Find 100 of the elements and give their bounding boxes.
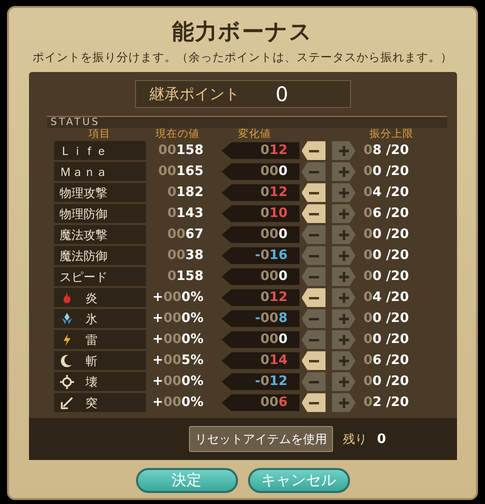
stat-label: 魔法防御 [54, 246, 146, 266]
minus-button[interactable] [302, 393, 326, 412]
plus-button[interactable] [332, 372, 356, 392]
current-value: +005% [151, 352, 204, 370]
plus-icon [338, 270, 350, 283]
current-value: +000% [151, 289, 204, 307]
limit-value: 08 /20 [362, 142, 410, 160]
inherit-points-value: 0 [276, 81, 288, 108]
change-value: -016 [222, 247, 300, 264]
stat-label: スピード [54, 267, 146, 286]
stat-label: 物理攻撃 [54, 183, 146, 202]
reset-item-button[interactable]: リセットアイテムを使用 [188, 426, 333, 452]
limit-value: 04 /20 [362, 289, 410, 307]
change-value: 012 [222, 289, 300, 306]
minus-button[interactable] [302, 288, 326, 308]
change-value: 000 [222, 163, 300, 180]
plus-icon [338, 228, 350, 241]
current-value: 0038 [166, 247, 204, 265]
change-value: 000 [222, 331, 300, 348]
minus-button[interactable] [302, 141, 326, 160]
plus-button[interactable] [332, 162, 356, 182]
current-value: +000% [151, 310, 204, 328]
change-value: 006 [222, 394, 300, 412]
limit-value: 00 /20 [362, 268, 410, 286]
limit-value: 00 /20 [362, 163, 410, 181]
plus-button[interactable] [332, 246, 356, 266]
limit-value: 06 /20 [362, 205, 410, 223]
plus-button[interactable] [332, 393, 356, 412]
plus-button[interactable] [332, 267, 356, 286]
stat-label: Ｌｉｆｅ [54, 141, 146, 160]
remaining-label: 残り [342, 431, 367, 448]
stat-label: 魔法攻撃 [54, 225, 146, 244]
current-value: 00158 [157, 142, 204, 160]
plus-icon [338, 292, 350, 304]
confirm-button[interactable]: 決定 [136, 468, 238, 494]
crosshair-icon [60, 374, 74, 389]
column-header: 項目 [88, 128, 112, 140]
plus-icon [338, 166, 350, 178]
plus-button[interactable] [332, 141, 356, 160]
change-value: 000 [222, 226, 300, 244]
plus-button[interactable] [332, 204, 356, 224]
limit-value: 00 /20 [362, 247, 410, 265]
window-title: 能力ボーナス [172, 22, 313, 44]
cancel-button[interactable]: キャンセル [248, 468, 350, 494]
stat-label: 斬 [86, 352, 98, 370]
change-value: -008 [222, 310, 300, 328]
plus-icon [338, 334, 350, 346]
stat-label: 物理防御 [54, 204, 146, 224]
limit-value: 06 /20 [362, 352, 410, 370]
plus-icon [338, 354, 350, 367]
stat-label: 炎 [86, 290, 98, 307]
stat-label: Ｍａｎａ [54, 162, 146, 182]
current-value: 0182 [166, 184, 204, 202]
remaining-value: 0 [376, 430, 386, 448]
current-value: 00165 [157, 163, 204, 181]
limit-value: 00 /20 [362, 310, 410, 328]
section-title: STATUS [46, 116, 446, 128]
change-value: 014 [222, 352, 300, 370]
inherit-points-label: 継承ポイント [150, 84, 240, 105]
change-value: 012 [222, 142, 300, 160]
current-value: +000% [151, 394, 204, 412]
current-value: 0158 [166, 268, 204, 286]
plus-icon [338, 312, 350, 325]
arrow-icon [60, 396, 74, 410]
plus-button[interactable] [332, 309, 356, 328]
change-value: -012 [222, 373, 300, 390]
instruction-text: ポイントを振り分けます。（余ったポイントは、ステータスから振れます。） [32, 49, 452, 66]
plus-icon [338, 376, 350, 388]
minus-button[interactable] [302, 183, 326, 202]
limit-value: 02 /20 [362, 394, 410, 412]
stat-label: 氷 [86, 310, 98, 328]
crystal-icon [60, 312, 74, 326]
column-header: 変化値 [237, 128, 272, 140]
current-value: +000% [151, 331, 204, 349]
current-value: 0067 [166, 226, 204, 244]
stat-label: 雷 [86, 332, 98, 349]
minus-button[interactable] [302, 204, 326, 224]
column-header: 振分上限 [368, 128, 414, 140]
limit-value: 04 /20 [362, 184, 410, 202]
current-value: 0143 [166, 205, 204, 223]
crescent-moon-icon [60, 354, 74, 368]
limit-value: 00 /20 [362, 331, 410, 349]
plus-button[interactable] [332, 330, 356, 350]
plus-icon [338, 186, 350, 199]
stat-label: 壊 [86, 374, 98, 391]
plus-icon [338, 208, 350, 220]
plus-button[interactable] [332, 225, 356, 244]
limit-value: 00 /20 [362, 373, 410, 391]
stat-label: 突 [86, 394, 98, 412]
plus-icon [338, 144, 350, 157]
change-value: 012 [222, 184, 300, 202]
minus-button[interactable] [302, 351, 326, 370]
plus-button[interactable] [332, 288, 356, 308]
plus-icon [338, 396, 350, 409]
column-header: 現在の値 [154, 128, 200, 140]
plus-button[interactable] [332, 351, 356, 370]
change-value: 000 [222, 268, 300, 286]
change-value: 010 [222, 205, 300, 222]
plus-button[interactable] [332, 183, 356, 202]
limit-value: 00 /20 [362, 226, 410, 244]
